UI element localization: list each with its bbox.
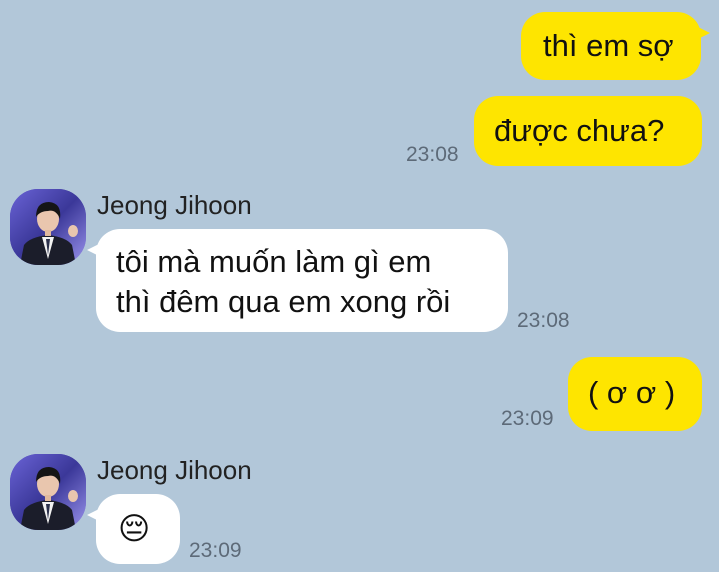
avatar[interactable] <box>10 189 86 265</box>
message-text: được chưa? <box>494 113 665 148</box>
message-timestamp: 23:08 <box>406 143 459 166</box>
message-text: ( ơ ơ ) <box>588 375 676 410</box>
pensive-face-icon: 😔 <box>118 511 151 547</box>
avatar[interactable] <box>10 454 86 530</box>
message-bubble-mine[interactable]: được chưa? <box>474 96 702 166</box>
profile-photo-icon <box>10 454 86 530</box>
message-bubble-other[interactable]: 😔 <box>87 494 180 564</box>
message-text-line: thì đêm qua em xong rồi <box>116 284 451 319</box>
message-bubble-mine[interactable]: thì em sợ <box>521 12 710 80</box>
sender-name: Jeong Jihoon <box>97 455 252 485</box>
message-bubble-mine[interactable]: ( ơ ơ ) <box>568 357 702 431</box>
message-timestamp: 23:08 <box>517 309 570 332</box>
sender-name: Jeong Jihoon <box>97 190 252 220</box>
profile-photo-icon <box>10 189 86 265</box>
message-text: thì em sợ <box>543 28 674 63</box>
message-bubble-other[interactable]: tôi mà muốn làm gì em thì đêm qua em xon… <box>87 229 508 332</box>
message-text-line: tôi mà muốn làm gì em <box>116 244 432 279</box>
message-timestamp: 23:09 <box>189 539 242 562</box>
message-timestamp: 23:09 <box>501 407 554 430</box>
